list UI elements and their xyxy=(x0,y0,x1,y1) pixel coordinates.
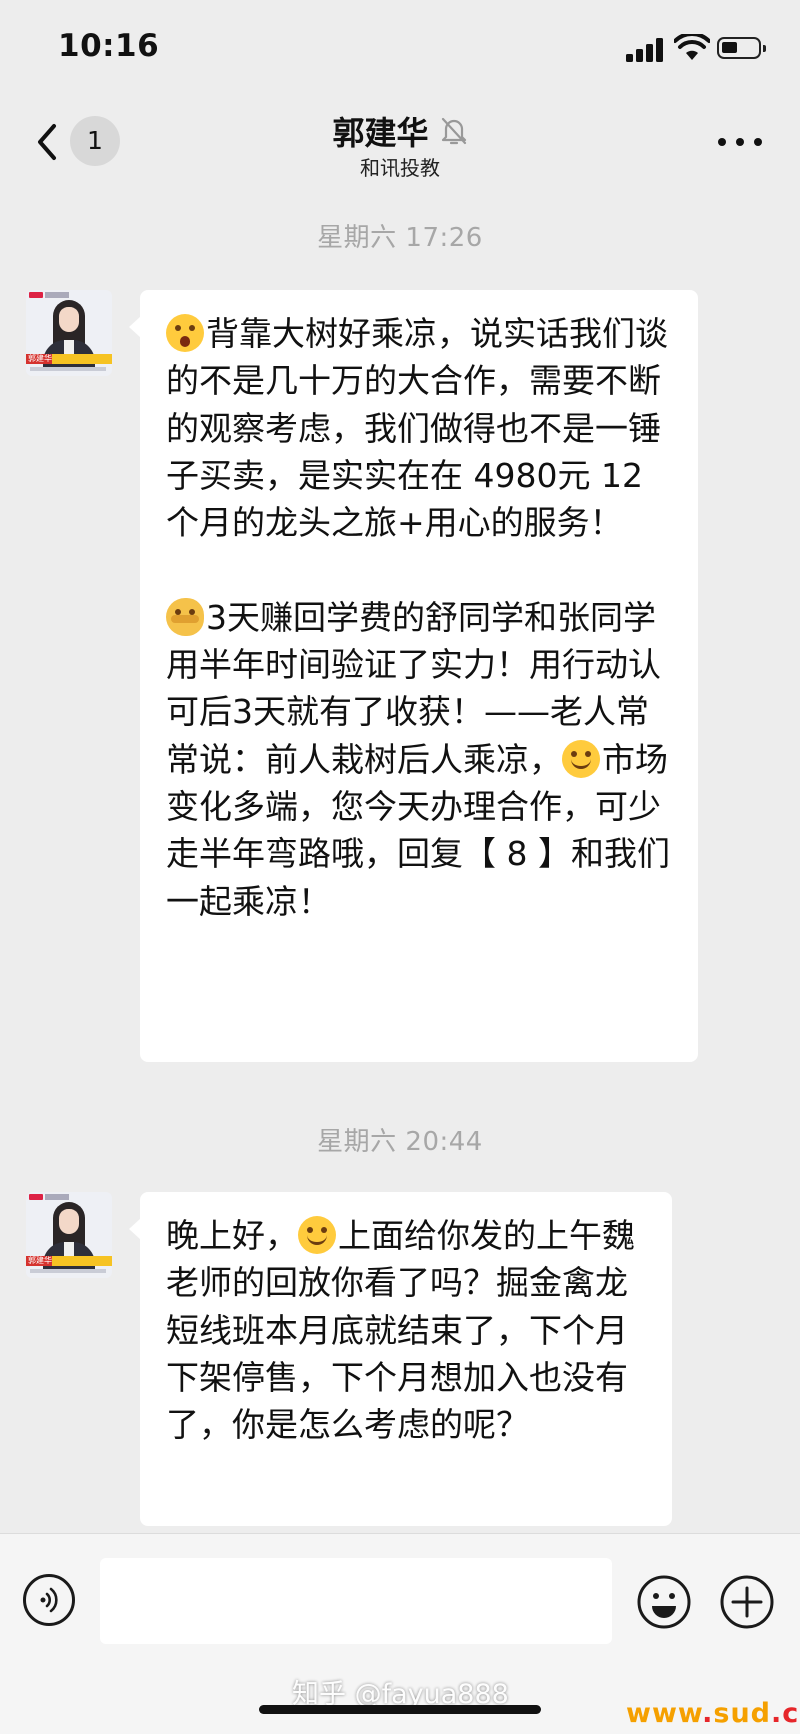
home-indicator[interactable] xyxy=(259,1705,541,1714)
smiling-face-icon xyxy=(298,1216,336,1254)
battery-icon xyxy=(717,37,766,59)
emoji-button-icon[interactable] xyxy=(636,1574,692,1630)
contact-subtitle: 和讯投教 xyxy=(360,156,440,180)
message-timestamp: 星期六 20:44 xyxy=(317,1127,483,1157)
input-bar: 知乎 @fayua888 www.sud.cn xyxy=(0,1533,800,1734)
message-bubble[interactable]: 晚上好， 上面给你发的上午魏老师的回放你看了吗？掘金禽龙短线班本月底就结束了，下个… xyxy=(129,1192,672,1526)
cellular-signal-icon xyxy=(626,38,666,62)
site-watermark: www.sud.cn xyxy=(626,1698,800,1729)
wifi-icon xyxy=(674,34,710,60)
voice-input-button[interactable] xyxy=(23,1574,75,1626)
plus-button-icon[interactable] xyxy=(719,1574,775,1630)
chat-title: 郭建华 xyxy=(0,108,800,154)
message-paragraph: 背靠大树好乘凉，说实话我们谈的不是几十万的大合作，需要不断的观察考虑，我们做得也… xyxy=(166,314,668,543)
voice-icon xyxy=(40,1587,58,1613)
smiling-face-icon xyxy=(562,739,600,778)
message-timestamp: 星期六 17:26 xyxy=(317,223,483,253)
message-bubble[interactable]: 背靠大树好乘凉，说实话我们谈的不是几十万的大合作，需要不断的观察考虑，我们做得也… xyxy=(129,290,698,1062)
avatar[interactable]: 郭建华 xyxy=(26,290,112,376)
chat-header: 1 郭建华 和讯投教 xyxy=(0,100,800,190)
status-time: 10:16 xyxy=(58,28,160,64)
site-part: sud xyxy=(713,1698,771,1729)
contact-name: 郭建华 xyxy=(332,114,429,152)
more-options-icon[interactable] xyxy=(718,138,762,148)
hand-covering-face-icon xyxy=(166,597,204,636)
status-bar: 10:16 xyxy=(0,0,800,100)
site-part: www xyxy=(626,1698,703,1729)
avatar[interactable]: 郭建华 xyxy=(26,1192,112,1278)
message-text: 背靠大树好乘凉，说实话我们谈的不是几十万的大合作，需要不断的观察考虑，我们做得也… xyxy=(166,310,670,925)
message-text: 晚上好， 上面给你发的上午魏老师的回放你看了吗？掘金禽龙短线班本月底就结束了，下个… xyxy=(166,1212,644,1448)
message-segment: 晚上好， xyxy=(166,1216,298,1255)
message-input[interactable] xyxy=(100,1558,612,1644)
mute-bell-icon xyxy=(441,117,466,145)
site-part: cn xyxy=(782,1698,800,1729)
astonished-face-icon xyxy=(166,314,204,352)
avatar-name-label: 郭建华 xyxy=(28,354,52,363)
avatar-name-label: 郭建华 xyxy=(28,1256,52,1265)
